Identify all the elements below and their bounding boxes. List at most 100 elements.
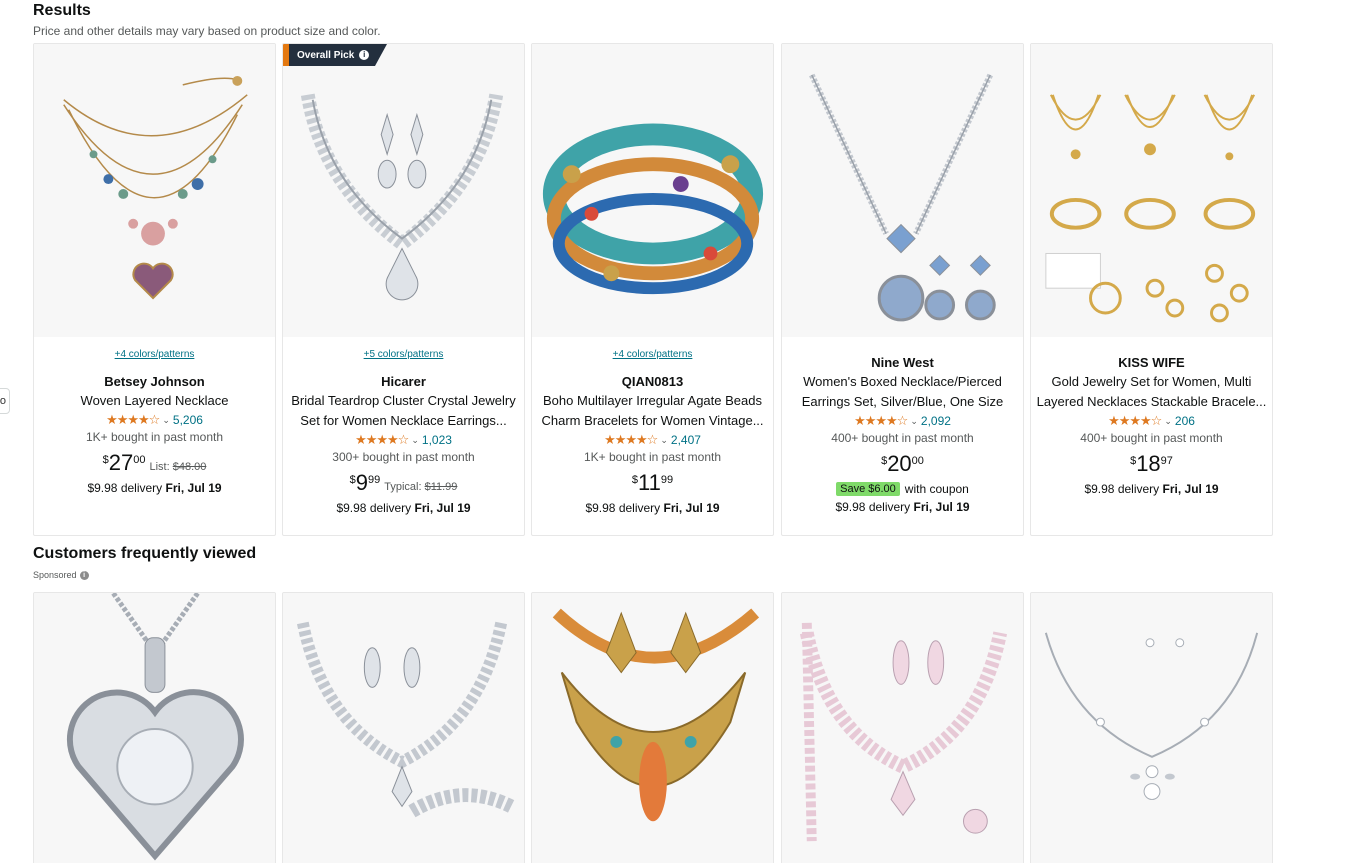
product-title[interactable]: Boho Multilayer Irregular Agate Beads Ch… xyxy=(536,391,769,431)
rating-row[interactable]: ★★★★☆ ⌄ 5,206 xyxy=(38,411,271,429)
bought-count: 400+ bought in past month xyxy=(1080,431,1223,445)
rating-row[interactable]: ★★★★☆ ⌄ 2,407 xyxy=(536,431,769,449)
star-icon: ★★★★☆ xyxy=(355,432,409,447)
coupon-text: with coupon xyxy=(904,482,969,496)
delivery-date: Fri, Jul 19 xyxy=(1162,482,1219,496)
product-card[interactable]: Overall Pick i +5 colors/patterns Hicarer… xyxy=(282,43,525,536)
product-card[interactable]: KISS WIFE Gold Jewelry Set for Women, Mu… xyxy=(1030,43,1273,536)
price-row: $ 20 00 xyxy=(786,452,1019,478)
product-image[interactable] xyxy=(532,44,773,337)
info-icon[interactable]: i xyxy=(79,570,89,580)
star-icon: ★★★★☆ xyxy=(106,412,160,427)
delivery-date: Fri, Jul 19 xyxy=(414,501,471,515)
overall-pick-badge[interactable]: Overall Pick i xyxy=(283,44,388,66)
badge-tip xyxy=(375,44,388,66)
delivery-prefix: $9.98 delivery xyxy=(87,481,163,495)
color-options-link[interactable]: +4 colors/patterns xyxy=(536,349,769,363)
star-icon: ★★★★☆ xyxy=(854,413,908,428)
sponsored-product-card[interactable] xyxy=(282,592,525,863)
delivery-info: $9.98 delivery Fri, Jul 19 xyxy=(1035,482,1268,496)
product-image[interactable] xyxy=(1031,44,1272,337)
price-whole: 11 xyxy=(638,470,661,495)
product-image[interactable] xyxy=(34,44,275,337)
delivery-prefix: $9.98 delivery xyxy=(336,501,412,515)
rating-count[interactable]: 206 xyxy=(1175,414,1195,428)
boxed-necklace-image xyxy=(782,45,1023,336)
rating-row[interactable]: ★★★★☆ ⌄ 206 xyxy=(1035,412,1268,430)
price-whole: 9 xyxy=(355,470,368,495)
info-icon[interactable]: i xyxy=(359,50,370,60)
sponsored-label[interactable]: Sponsored i xyxy=(33,570,89,580)
rating-count[interactable]: 2,092 xyxy=(921,414,951,428)
gold-jewelry-set-image xyxy=(1031,45,1272,336)
price-row: $ 9 99 Typical: $11.99 xyxy=(287,471,520,497)
price-fraction: 00 xyxy=(911,455,924,467)
product-brand: KISS WIFE xyxy=(1118,355,1185,370)
product-brand: QIAN0813 xyxy=(621,374,684,389)
price-fraction: 97 xyxy=(1160,455,1173,467)
sponsored-text: Sponsored xyxy=(33,570,77,580)
price-whole: 18 xyxy=(1136,451,1161,476)
customers-viewed-heading: Customers frequently viewed xyxy=(33,545,257,562)
bought-count: 300+ bought in past month xyxy=(332,450,475,464)
typical-price-value: $11.99 xyxy=(424,481,458,493)
results-heading: Results xyxy=(33,2,91,19)
sponsored-product-card[interactable] xyxy=(33,592,276,863)
coupon-row[interactable]: Save $6.00 with coupon xyxy=(786,480,1019,498)
star-icon: ★★★★☆ xyxy=(1108,413,1162,428)
rating-count[interactable]: 5,206 xyxy=(173,413,203,427)
product-title[interactable]: Bridal Teardrop Cluster Crystal Jewelry … xyxy=(287,391,520,431)
pearl-necklace-set-image xyxy=(1031,593,1272,863)
color-options-link[interactable]: +5 colors/patterns xyxy=(287,349,520,363)
rating-row[interactable]: ★★★★☆ ⌄ 1,023 xyxy=(287,431,520,449)
chevron-down-icon: ⌄ xyxy=(910,415,918,426)
badge-body: Overall Pick i xyxy=(289,44,376,66)
product-card[interactable]: +4 colors/patterns Betsey Johnson Woven … xyxy=(33,43,276,536)
rating-count[interactable]: 2,407 xyxy=(671,433,701,447)
price-fraction: 99 xyxy=(660,474,674,486)
sponsored-product-card[interactable] xyxy=(1030,592,1273,863)
price: $ 27 00 xyxy=(103,451,146,475)
price-fraction: 99 xyxy=(367,474,381,486)
bought-count: 400+ bought in past month xyxy=(831,431,974,445)
color-options-link[interactable]: +4 colors/patterns xyxy=(38,349,271,363)
product-card[interactable]: Nine West Women's Boxed Necklace/Pierced… xyxy=(781,43,1024,536)
sponsored-product-card[interactable] xyxy=(531,592,774,863)
price: $ 18 97 xyxy=(1130,452,1173,476)
results-subtitle: Price and other details may vary based o… xyxy=(33,24,381,38)
delivery-info: $9.98 delivery Fri, Jul 19 xyxy=(287,501,520,515)
chevron-down-icon: ⌄ xyxy=(660,434,668,445)
price-fraction: 00 xyxy=(133,454,146,466)
delivery-prefix: $9.98 delivery xyxy=(835,500,911,514)
crystal-necklace-image xyxy=(283,45,524,336)
product-title[interactable]: Women's Boxed Necklace/Pierced Earrings … xyxy=(786,372,1019,412)
product-card[interactable]: +4 colors/patterns QIAN0813 Boho Multila… xyxy=(531,43,774,536)
chevron-down-icon: ⌄ xyxy=(1164,415,1172,426)
product-title[interactable]: Gold Jewelry Set for Women, Multi Layere… xyxy=(1035,372,1268,412)
typical-price: Typical: $11.99 xyxy=(384,481,457,493)
delivery-date: Fri, Jul 19 xyxy=(165,481,222,495)
iridescent-crystal-set-image xyxy=(782,593,1023,863)
product-brand: Betsey Johnson xyxy=(104,374,205,389)
price: $ 11 99 xyxy=(632,471,673,495)
product-image[interactable] xyxy=(283,44,524,337)
price: $ 20 00 xyxy=(881,452,924,476)
coupon-badge[interactable]: Save $6.00 xyxy=(836,482,900,496)
star-icon: ★★★★☆ xyxy=(604,432,658,447)
product-title[interactable]: Woven Layered Necklace xyxy=(38,391,271,411)
sponsored-product-card[interactable] xyxy=(781,592,1024,863)
rating-row[interactable]: ★★★★☆ ⌄ 2,092 xyxy=(786,412,1019,430)
rating-count[interactable]: 1,023 xyxy=(422,433,452,447)
delivery-info: $9.98 delivery Fri, Jul 19 xyxy=(38,481,271,495)
crystal-set-image xyxy=(283,593,524,863)
heart-pendant-image xyxy=(34,593,275,863)
necklace-image xyxy=(34,45,275,336)
price-whole: 27 xyxy=(108,450,134,475)
side-scroll-tab[interactable]: o xyxy=(0,388,10,414)
bought-count: 1K+ bought in past month xyxy=(85,430,224,444)
delivery-prefix: $9.98 delivery xyxy=(585,501,661,515)
list-label: List: xyxy=(149,461,170,473)
badge-label: Overall Pick xyxy=(297,49,355,61)
delivery-prefix: $9.98 delivery xyxy=(1084,482,1160,496)
product-image[interactable] xyxy=(782,44,1023,337)
